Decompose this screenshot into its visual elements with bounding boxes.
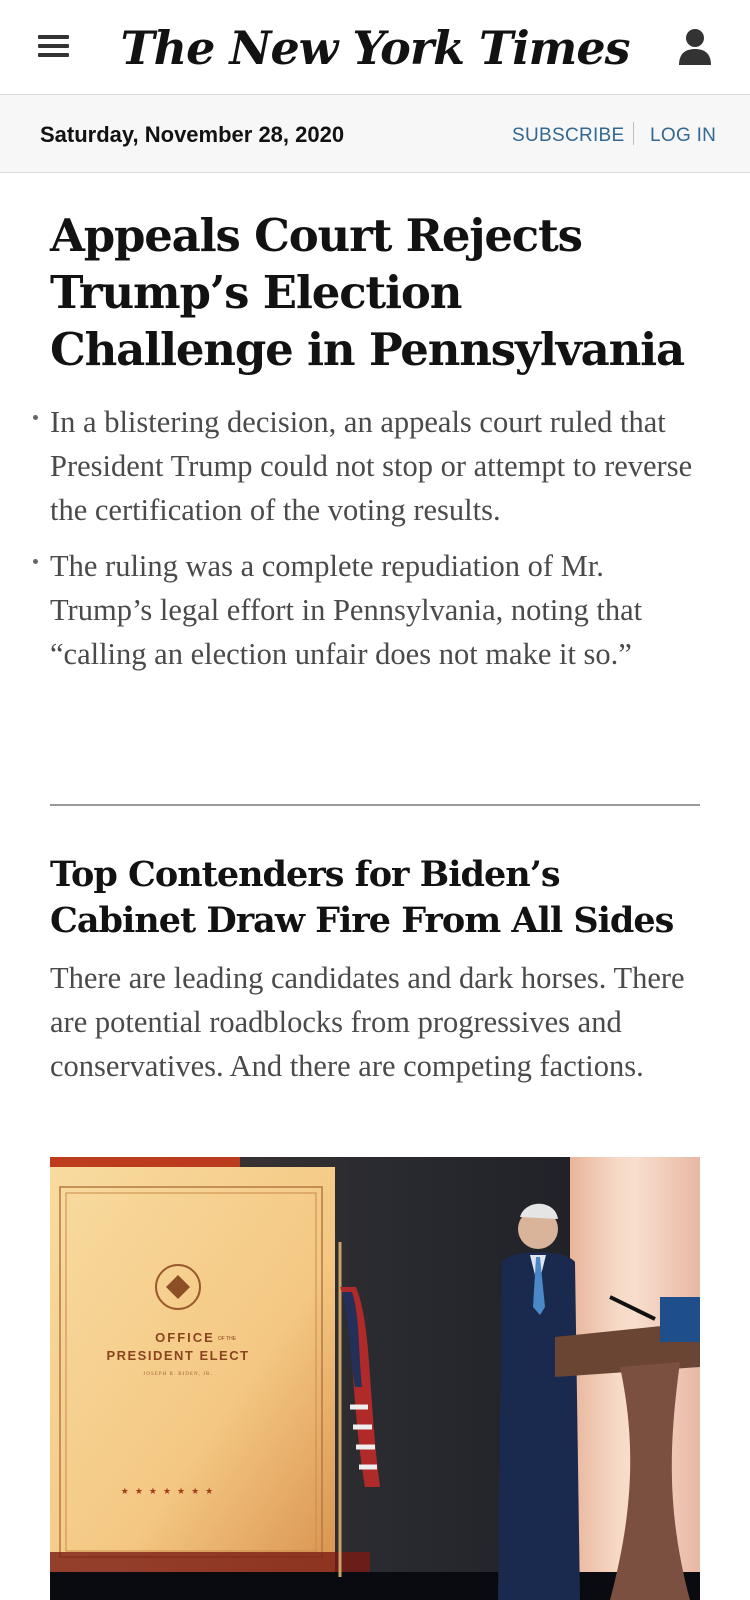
subscribe-link[interactable]: SUBSCRIBE xyxy=(512,125,625,147)
svg-text:★★★★★★★: ★★★★★★★ xyxy=(121,1486,219,1496)
sign-text-of-the: OF THE xyxy=(218,1336,237,1342)
story-summary[interactable]: There are leading candidates and dark ho… xyxy=(50,956,710,1088)
story-divider xyxy=(50,804,700,806)
story-headline-appeals-court[interactable]: Appeals Court Rejects Trump’s Election C… xyxy=(50,207,710,378)
story-summary-bullets: In a blistering decision, an appeals cou… xyxy=(33,400,710,688)
sign-text-name: JOSEPH R. BIDEN, JR. xyxy=(143,1372,212,1377)
sign-text-office: OFFICE xyxy=(155,1330,215,1345)
summary-bullet[interactable]: In a blistering decision, an appeals cou… xyxy=(33,400,710,532)
sign-text-president-elect: PRESIDENT ELECT xyxy=(106,1348,249,1363)
login-link[interactable]: LOG IN xyxy=(650,125,716,147)
nav-divider xyxy=(633,122,634,145)
date-bar: Saturday, November 28, 2020 SUBSCRIBE LO… xyxy=(0,95,750,173)
nyt-logo[interactable]: The New York Times xyxy=(0,16,750,80)
user-account-icon[interactable] xyxy=(678,28,712,66)
current-date: Saturday, November 28, 2020 xyxy=(40,122,345,147)
story-headline-biden-cabinet[interactable]: Top Contenders for Biden’s Cabinet Draw … xyxy=(50,852,710,944)
summary-bullet[interactable]: The ruling was a complete repudiation of… xyxy=(33,544,710,676)
story-photo[interactable]: OFFICE OF THE PRESIDENT ELECT JOSEPH R. … xyxy=(50,1157,700,1600)
top-nav-bar: The New York Times xyxy=(0,0,750,95)
